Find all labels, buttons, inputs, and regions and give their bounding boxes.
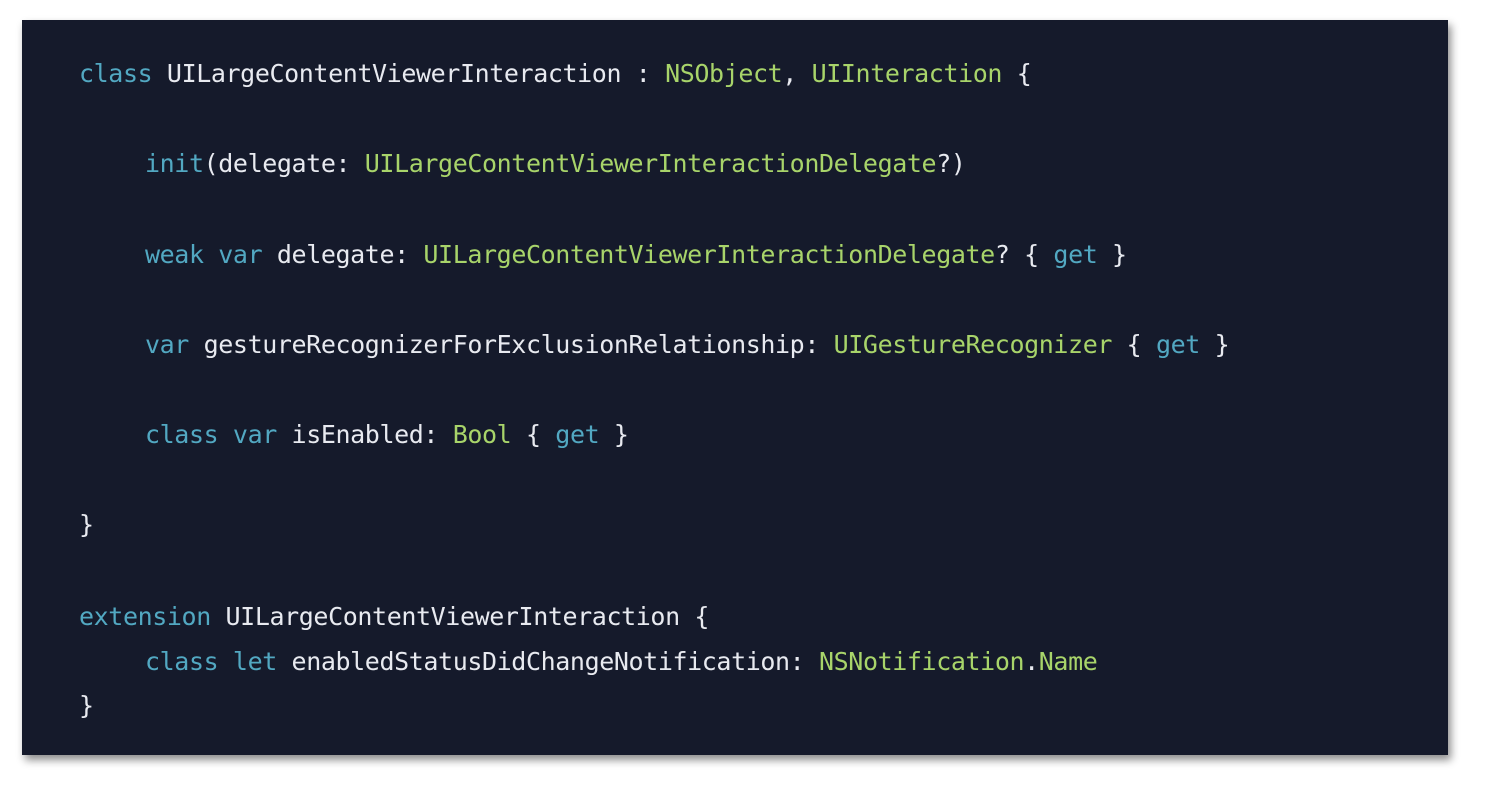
- code-token-type: NSObject: [665, 59, 783, 88]
- code-token-plain: (delegate:: [203, 149, 365, 178]
- code-token-plain: {: [1002, 59, 1032, 88]
- code-line: class var isEnabled: Bool { get }: [79, 415, 629, 455]
- code-token-keyword: extension: [79, 602, 211, 631]
- code-token-keyword: var: [145, 330, 189, 359]
- code-token-plain: ? {: [994, 240, 1054, 269]
- code-token-keyword: get: [1053, 240, 1098, 269]
- code-token-keyword: var: [218, 240, 263, 269]
- code-line: class let enabledStatusDidChangeNotifica…: [79, 642, 1098, 682]
- code-token-type: Bool: [452, 420, 512, 449]
- code-line: class UILargeContentViewerInteraction : …: [79, 54, 1032, 94]
- code-token-keyword: weak: [145, 240, 204, 269]
- code-token-keyword: init: [145, 149, 204, 178]
- code-line: }: [79, 686, 94, 726]
- code-token-plain: {: [511, 420, 556, 449]
- code-token-plain: gestureRecognizerForExclusionRelationshi…: [188, 330, 834, 359]
- code-line: var gestureRecognizerForExclusionRelatio…: [79, 325, 1230, 365]
- code-token-type: UIGestureRecognizer: [833, 330, 1113, 359]
- code-token-keyword: get: [1155, 330, 1200, 359]
- code-token-plain: .: [1024, 647, 1039, 676]
- code-token-plain: {: [1112, 330, 1156, 359]
- code-token-type: UIInteraction: [811, 59, 1003, 88]
- code-token-keyword: get: [555, 420, 600, 449]
- code-token-type: Name: [1038, 647, 1098, 676]
- code-token-type: UILargeContentViewerInteractionDelegate: [364, 149, 937, 178]
- code-token-plain: }: [1199, 330, 1230, 359]
- code-token-plain: UILargeContentViewerInteraction :: [152, 59, 666, 88]
- code-token-plain: delegate:: [262, 240, 424, 269]
- code-token-plain: ?): [936, 149, 966, 178]
- code-token-plain: }: [79, 691, 94, 720]
- code-line: weak var delegate: UILargeContentViewerI…: [79, 235, 1127, 275]
- code-snippet-panel: class UILargeContentViewerInteraction : …: [22, 20, 1448, 755]
- code-token-keyword: let: [232, 647, 277, 676]
- code-line: }: [79, 505, 94, 545]
- code-token-keyword: class: [145, 420, 219, 449]
- code-token-plain: }: [599, 420, 629, 449]
- code-token-plain: }: [79, 510, 94, 539]
- code-token-type: NSNotification: [819, 647, 1025, 676]
- code-token-keyword: class: [145, 647, 219, 676]
- code-token-plain: UILargeContentViewerInteraction {: [210, 602, 710, 631]
- code-token-keyword: class: [79, 59, 153, 88]
- code-line: extension UILargeContentViewerInteractio…: [79, 597, 709, 637]
- code-token-plain: ,: [782, 59, 812, 88]
- code-token-plain: enabledStatusDidChangeNotification:: [276, 647, 819, 676]
- code-token-type: UILargeContentViewerInteractionDelegate: [423, 240, 995, 269]
- code-line: init(delegate: UILargeContentViewerInter…: [79, 144, 966, 184]
- code-token-plain: isEnabled:: [276, 420, 453, 449]
- code-token-keyword: var: [232, 420, 277, 449]
- code-token-plain: }: [1097, 240, 1127, 269]
